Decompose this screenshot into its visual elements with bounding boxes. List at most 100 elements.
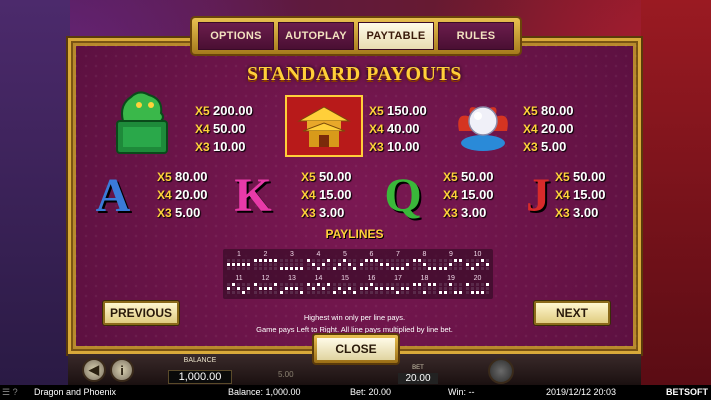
payout-list-k: X5 50.00 X4 15.00 X3 3.00 [301,169,352,220]
balance-value: 1,000.00 [168,370,232,384]
paytable-panel: STANDARD PAYOUTS X5 200.00 X4 50.00 X3 10.0… [68,38,641,354]
payline-16: 16 [359,275,384,297]
payline-7: 7 [386,251,410,273]
card-j-icon: J [526,168,550,222]
jade-dragon-seal-icon [109,87,175,157]
spin-icon[interactable] [488,358,514,384]
note-line-1: Highest win only per line pays. [303,313,406,322]
payline-number: 20 [473,275,482,282]
payout-list-pagoda: X5 150.00 X4 40.00 X3 10.00 [369,103,427,154]
bet-label: BET [412,365,424,371]
payline-number: 1 [237,251,241,258]
payline-number: 11 [235,275,243,282]
status-bet: Bet: 20.00 [350,387,392,397]
payline-1: 1 [227,251,251,273]
payline-number: 2 [263,251,268,258]
payline-number: 18 [420,275,429,282]
payline-6: 6 [359,251,384,273]
payline-number: 14 [314,275,323,282]
tab-paytable[interactable]: PAYTABLE [358,22,434,50]
payline-pattern [412,259,437,270]
paylines-title: PAYLINES [325,227,384,241]
payline-2: 2 [253,251,278,273]
payline-number: 6 [369,251,374,258]
payline-number: 8 [422,251,427,258]
menu-tab-bar: OPTIONS AUTOPLAY PAYTABLE RULES [192,18,520,54]
close-button[interactable]: CLOSE [314,335,398,363]
payline-number: 12 [261,275,270,282]
payline-3: 3 [280,251,304,273]
payline-pattern [359,259,384,270]
pearl-flame-icon [451,91,515,157]
payline-number: 9 [449,251,453,258]
betsoft-logo: BETSOFT [666,387,708,397]
payline-10: 10 [465,251,490,273]
payline-number: 10 [473,251,482,258]
background-right-art [641,0,711,385]
payline-19: 19 [439,275,463,297]
payline-pattern [386,283,410,294]
menu-icon[interactable]: ☰ ? [2,387,18,398]
payline-13: 13 [280,275,304,297]
background-left-art [0,0,70,385]
tab-rules[interactable]: RULES [438,22,514,50]
payline-4: 4 [306,251,331,273]
payline-pattern [280,259,304,270]
payline-11: 11 [227,275,251,297]
card-a-icon: A [95,168,131,222]
payline-pattern [439,283,463,294]
balance-label: BALANCE [183,357,217,364]
payline-number: 17 [394,275,402,282]
payline-17: 17 [386,275,410,297]
payline-pattern [227,259,251,270]
payline-number: 3 [290,251,294,258]
payline-8: 8 [412,251,437,273]
tab-autoplay[interactable]: AUTOPLAY [278,22,354,50]
payline-number: 5 [343,251,347,258]
payout-list-q: X5 50.00 X4 15.00 X3 3.00 [443,169,494,220]
card-q-icon: Q [384,168,422,222]
status-datetime: 2019/12/12 20:03 [546,387,617,397]
payout-list-a: X5 80.00 X4 20.00 X3 5.00 [157,169,208,220]
payline-pattern [412,283,437,294]
payline-5: 5 [333,251,357,273]
payout-list-jade-seal: X5 200.00 X4 50.00 X3 10.00 [195,103,253,154]
paylines-grid: 1 2 3 4 5 6 7 8 9 10 11 12 13 14 15 16 17 18 19 20 [223,249,493,299]
payline-12: 12 [253,275,278,297]
payline-14: 14 [306,275,331,297]
payline-pattern [306,259,331,270]
payline-number: 19 [447,275,455,282]
paytable-notes: Highest win only per line pays. Game pay… [71,312,638,336]
payline-number: 4 [316,251,321,258]
close-button-label: CLOSE [317,338,395,360]
card-k-icon: K [234,168,272,222]
tab-options[interactable]: OPTIONS [198,22,274,50]
payline-9: 9 [439,251,463,273]
payline-15: 15 [333,275,357,297]
info-button[interactable]: i [110,358,134,382]
payline-pattern [280,283,304,294]
payline-18: 18 [412,275,437,297]
golden-pagoda-icon [285,95,363,157]
page-title: STANDARD PAYOUTS [247,63,462,85]
payline-pattern [333,283,357,294]
payline-pattern [359,283,384,294]
payline-number: 7 [396,251,400,258]
payline-pattern [439,259,463,270]
payline-pattern [253,283,278,294]
payline-pattern [306,283,331,294]
coin-value: 5.00 [278,370,294,379]
payline-pattern [465,259,490,270]
payline-number: 15 [341,275,349,282]
payline-number: 13 [288,275,296,282]
payline-pattern [333,259,357,270]
payline-number: 16 [367,275,376,282]
payline-pattern [386,259,410,270]
status-balance: Balance: 1,000.00 [228,387,301,397]
speaker-icon[interactable]: ◀ [82,358,106,382]
payline-20: 20 [465,275,490,297]
game-name: Dragon and Phoenix [34,387,117,397]
payline-pattern [253,259,278,270]
payout-list-pearl: X5 80.00 X4 20.00 X3 5.00 [523,103,574,154]
payline-pattern [465,283,490,294]
